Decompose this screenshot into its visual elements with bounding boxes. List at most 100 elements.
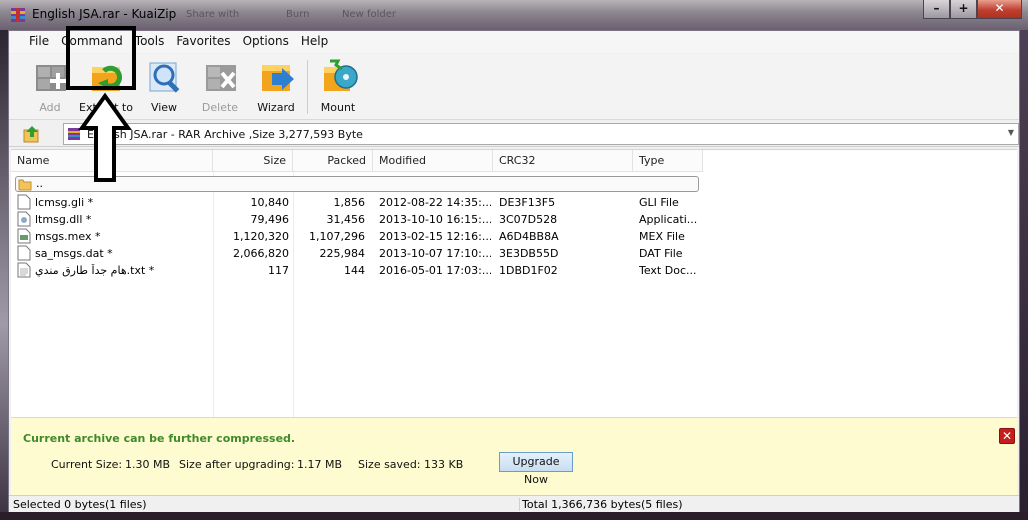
size-saved-label: Size saved:: [358, 458, 421, 471]
mount-disc-icon: [324, 59, 358, 91]
file-name: sa_msgs.dat *: [35, 247, 113, 260]
file-name: msgs.mex *: [35, 230, 101, 243]
column-header-packed[interactable]: Packed: [293, 150, 373, 172]
menu-options[interactable]: Options: [237, 31, 295, 53]
file-size: 79,496: [250, 213, 290, 226]
file-modified: 2013-10-07 17:10:...: [379, 247, 491, 260]
file-crc32: A6D4BB8A: [499, 230, 559, 243]
file-modified: 2013-02-15 12:16:...: [379, 230, 491, 243]
file-type: DAT File: [639, 247, 683, 260]
up-folder-icon[interactable]: [23, 125, 41, 143]
status-total: Total 1,366,736 bytes(5 files): [519, 498, 683, 511]
file-name: ltmsg.dll *: [35, 213, 92, 226]
file-crc32: 3E3DB55D: [499, 247, 559, 260]
delete-button[interactable]: Delete: [193, 57, 247, 117]
wizard-label: Wizard: [257, 101, 295, 114]
magnifier-icon: [149, 62, 180, 93]
menu-file[interactable]: File: [23, 31, 55, 53]
background-hint: New folder: [342, 9, 397, 20]
file-size: 10,840: [250, 196, 290, 209]
close-icon[interactable]: ✕: [999, 428, 1015, 444]
delete-icon: [206, 65, 236, 91]
file-modified: 2012-08-22 14:35:...: [379, 196, 491, 209]
add-icon: [36, 65, 66, 91]
after-upgrade-value: 1.17 MB: [297, 458, 343, 471]
file-crc32: 1DBD1F02: [499, 264, 558, 277]
toolbar: Add Extract to View: [9, 54, 1019, 120]
file-size: 1,120,320: [233, 230, 289, 243]
file-size: 2,066,820: [233, 247, 289, 260]
file-type: Text Doc...: [639, 264, 697, 277]
maximize-button[interactable]: +: [950, 0, 977, 19]
delete-label: Delete: [201, 101, 239, 114]
file-type: MEX File: [639, 230, 685, 243]
file-modified: 2016-05-01 17:03:...: [379, 264, 491, 277]
file-list[interactable]: Name Size Packed Modified CRC32 Type .. …: [11, 149, 1017, 418]
current-size-label: Current Size:: [51, 458, 123, 471]
info-title: Current archive can be further compresse…: [23, 432, 296, 445]
mount-button[interactable]: Mount: [311, 57, 365, 117]
menu-help[interactable]: Help: [295, 31, 334, 53]
desktop-edge: [0, 30, 8, 520]
file-crc32: 3C07D528: [499, 213, 558, 226]
table-row[interactable]: هام جداً طارق مندي.txt * 117 144 2016-05…: [11, 262, 711, 279]
title-bar[interactable]: English JSA.rar - KuaiZip Share with Bur…: [0, 0, 1028, 30]
mex-file-icon: [17, 228, 31, 244]
file-packed: 31,456: [326, 213, 366, 226]
generic-file-icon: [17, 194, 31, 210]
file-name: lcmsg.gli *: [35, 196, 94, 209]
dll-file-icon: [17, 211, 31, 227]
column-header-modified[interactable]: Modified: [373, 150, 493, 172]
column-header-crc32[interactable]: CRC32: [493, 150, 633, 172]
mount-label: Mount: [320, 101, 356, 114]
address-field[interactable]: English JSA.rar - RAR Archive ,Size 3,27…: [63, 123, 1019, 145]
status-bar: Selected 0 bytes(1 files) Total 1,366,73…: [9, 495, 1019, 512]
file-type: Applicati...: [639, 213, 698, 226]
file-modified: 2013-10-10 16:15:...: [379, 213, 491, 226]
wizard-icon: [262, 65, 294, 91]
menu-bar: File Command Tools Favorites Options Hel…: [9, 31, 1019, 53]
folder-icon: [18, 179, 32, 191]
desktop-edge: [0, 512, 1028, 520]
toolbar-separator: [307, 60, 308, 114]
annotation-up-arrow-icon: [78, 92, 132, 182]
generic-file-icon: [17, 245, 31, 261]
minimize-button[interactable]: –: [923, 0, 950, 19]
file-size: 117: [268, 264, 289, 277]
desktop-edge: [1020, 30, 1028, 520]
column-header-type[interactable]: Type: [633, 150, 703, 172]
window-title: English JSA.rar - KuaiZip: [32, 7, 177, 21]
background-hint: Burn: [286, 9, 310, 20]
current-size-value: 1.30 MB: [125, 458, 171, 471]
view-button[interactable]: View: [137, 57, 191, 117]
table-row[interactable]: ltmsg.dll * 79,496 31,456 2013-10-10 16:…: [11, 211, 711, 228]
menu-favorites[interactable]: Favorites: [170, 31, 236, 53]
compression-info-panel: Current archive can be further compresse…: [11, 417, 1017, 495]
upgrade-now-button[interactable]: Upgrade Now: [499, 452, 573, 486]
wizard-button[interactable]: Wizard: [249, 57, 303, 117]
address-bar: English JSA.rar - RAR Archive ,Size 3,27…: [9, 121, 1019, 147]
size-saved-value: 133 KB: [424, 458, 464, 471]
dropdown-arrow-icon[interactable]: ▼: [1008, 128, 1014, 137]
status-selected: Selected 0 bytes(1 files): [13, 498, 147, 511]
file-packed: 1,856: [333, 196, 366, 209]
text-file-icon: [17, 262, 31, 278]
highlight-box: [66, 26, 136, 90]
file-name: هام جداً طارق مندي.txt *: [35, 264, 155, 277]
file-crc32: DE3F13F5: [499, 196, 556, 209]
close-button[interactable]: ✕: [977, 0, 1022, 19]
column-header-size[interactable]: Size: [213, 150, 293, 172]
file-type: GLI File: [639, 196, 679, 209]
table-row[interactable]: msgs.mex * 1,120,320 1,107,296 2013-02-1…: [11, 228, 711, 245]
after-upgrade-label: Size after upgrading:: [179, 458, 295, 471]
background-hint: Share with: [186, 9, 240, 20]
file-packed: 144: [344, 264, 365, 277]
table-row[interactable]: lcmsg.gli * 10,840 1,856 2012-08-22 14:3…: [11, 194, 711, 211]
table-row[interactable]: sa_msgs.dat * 2,066,820 225,984 2013-10-…: [11, 245, 711, 262]
kuaizip-app-icon: [11, 8, 25, 22]
file-packed: 225,984: [319, 247, 366, 260]
add-label: Add: [39, 101, 61, 114]
parent-directory-label: ..: [36, 177, 43, 190]
view-label: View: [150, 101, 178, 114]
file-packed: 1,107,296: [309, 230, 365, 243]
